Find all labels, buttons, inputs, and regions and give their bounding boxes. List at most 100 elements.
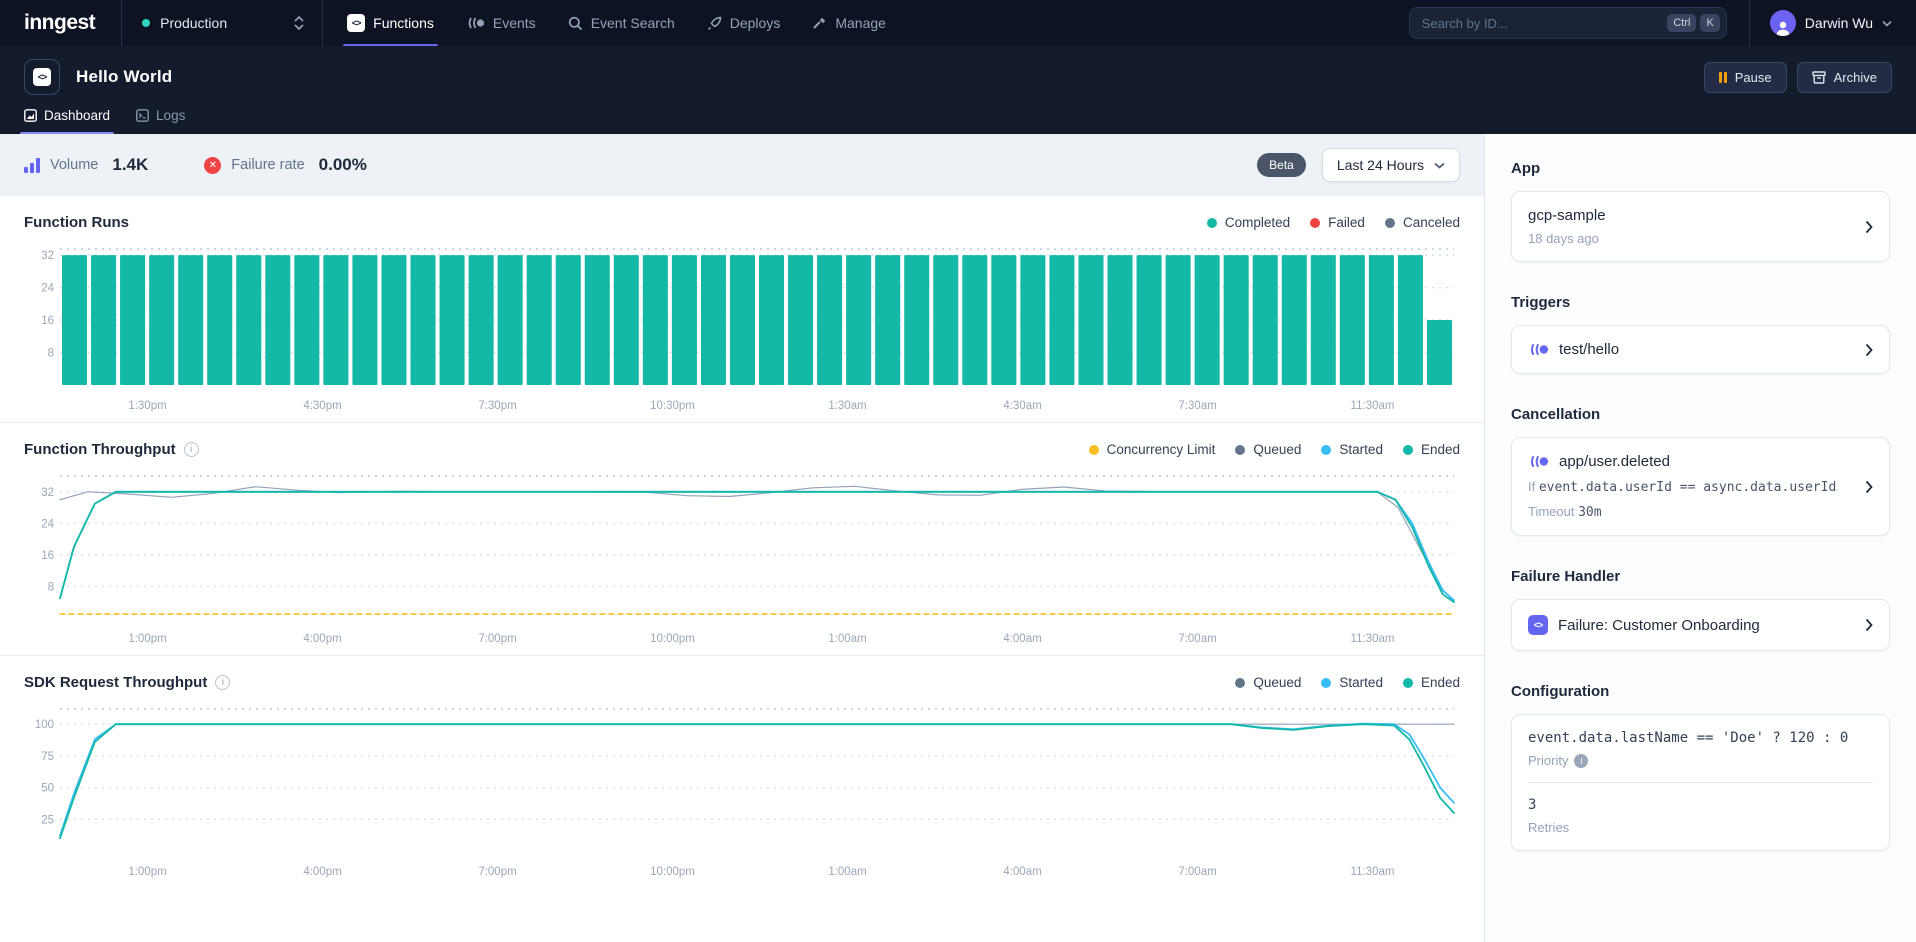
cancellation-expression: If event.data.userId == async.data.userI… [1528,479,1855,495]
archive-label: Archive [1834,70,1877,85]
pause-icon [1719,72,1727,83]
svg-text:32: 32 [41,487,54,499]
chevron-right-icon [1865,618,1873,632]
configuration-heading: Configuration [1511,683,1890,700]
cancellation-section: Cancellation app/user.deleted If event.d… [1511,406,1890,536]
right-sidebar: App gcp-sample 18 days ago Triggers [1484,134,1916,942]
nav-item-functions[interactable]: <> Functions [331,0,450,46]
nav-right: Ctrl K Darwin Wu [1409,0,1916,46]
function-throughput-legend: Concurrency Limit Queued Started Ended [1089,442,1460,457]
cancellation-timeout: Timeout 30m [1528,504,1855,520]
global-search[interactable]: Ctrl K [1409,7,1727,39]
function-icon-frame: <> [24,59,60,95]
divider [322,0,323,46]
legend-label: Queued [1253,442,1301,457]
inngest-logo[interactable]: inngest [0,0,121,46]
page-title: Hello World [76,67,172,87]
legend-label: Completed [1225,215,1290,230]
app-card[interactable]: gcp-sample 18 days ago [1511,191,1890,262]
app-section: App gcp-sample 18 days ago [1511,160,1890,262]
app-name: gcp-sample [1528,207,1855,224]
legend-label: Started [1339,675,1383,690]
function-runs-legend: Completed Failed Canceled [1207,215,1460,230]
queued-dot [1235,678,1245,688]
legend-label: Canceled [1403,215,1460,230]
environment-selector[interactable]: Production [122,0,322,46]
user-menu[interactable]: Darwin Wu [1749,0,1916,46]
user-name: Darwin Wu [1805,15,1873,31]
archive-icon [1812,71,1826,84]
function-code-icon: <> [33,68,51,86]
sdk-throughput-x-axis: 1:00pm4:00pm7:00pm10:00pm1:00am4:00am7:0… [60,866,1460,878]
time-range-dropdown[interactable]: Last 24 Hours [1322,148,1460,182]
legend-label: Ended [1421,442,1460,457]
function-header: <> Hello World Pause Archive [0,46,1916,134]
updown-chevron-icon [294,16,304,30]
function-runs-x-axis: 1:30pm4:30pm7:30pm10:30pm1:30am4:30am7:3… [60,400,1460,412]
retries-value: 3 [1528,797,1873,813]
svg-text:24: 24 [41,283,54,295]
svg-text:25: 25 [41,814,54,826]
search-icon [568,16,583,31]
started-dot [1321,445,1331,455]
rocket-icon [707,16,722,31]
functions-icon: <> [347,14,365,32]
svg-text:100: 100 [35,719,54,731]
failure-handler-section: Failure Handler <> Failure: Customer Onb… [1511,568,1890,651]
nav-label: Deploys [730,15,781,31]
chevron-down-icon [1434,162,1445,169]
ended-dot [1403,678,1413,688]
failure-handler-card[interactable]: <> Failure: Customer Onboarding [1511,599,1890,651]
configuration-section: Configuration event.data.lastName == 'Do… [1511,683,1890,851]
failure-rate-stat: ✕ Failure rate 0.00% [204,155,367,175]
priority-expression: event.data.lastName == 'Doe' ? 120 : 0 [1528,730,1873,746]
triggers-section: Triggers test/hello [1511,294,1890,374]
tab-dashboard[interactable]: Dashboard [24,102,110,134]
cancellation-card[interactable]: app/user.deleted If event.data.userId ==… [1511,437,1890,536]
nav-item-manage[interactable]: Manage [796,0,902,46]
priority-label-row: Priority i [1528,753,1873,768]
failure-handler-name: Failure: Customer Onboarding [1558,617,1760,634]
info-icon[interactable]: i [184,442,199,457]
event-trigger-icon [1528,454,1549,469]
info-icon[interactable]: i [1574,754,1588,768]
function-throughput-x-axis: 1:00pm4:00pm7:00pm10:00pm1:00am4:00am7:0… [60,633,1460,645]
canceled-dot [1385,218,1395,228]
events-icon [466,16,485,30]
chevron-right-icon [1865,343,1873,357]
legend-label: Started [1339,442,1383,457]
nav-item-events[interactable]: Events [450,0,552,46]
function-throughput-section: Function Throughput i Concurrency Limit … [0,423,1484,656]
svg-text:50: 50 [41,783,54,795]
chart-title: Function Runs [24,214,129,231]
info-icon[interactable]: i [215,675,230,690]
configuration-card: event.data.lastName == 'Doe' ? 120 : 0 P… [1511,714,1890,851]
failure-icon: ✕ [204,157,221,174]
main-content: Volume 1.4K ✕ Failure rate 0.00% Beta La… [0,134,1484,942]
pause-button[interactable]: Pause [1704,62,1787,93]
svg-text:75: 75 [41,751,54,763]
wrench-icon [812,16,827,31]
nav-item-deploys[interactable]: Deploys [691,0,797,46]
nav-label: Manage [835,15,886,31]
nav-label: Event Search [591,15,675,31]
archive-button[interactable]: Archive [1797,62,1892,93]
svg-text:16: 16 [41,315,54,327]
legend-label: Ended [1421,675,1460,690]
function-throughput-chart: 3224168 [24,468,1460,626]
app-heading: App [1511,160,1890,177]
main-nav: <> Functions Events Event Search Deploys [331,0,902,46]
svg-text:24: 24 [41,518,54,530]
sdk-throughput-legend: Queued Started Ended [1235,675,1460,690]
trigger-card[interactable]: test/hello [1511,325,1890,374]
tab-logs[interactable]: Logs [136,102,185,134]
nav-item-event-search[interactable]: Event Search [552,0,691,46]
svg-text:32: 32 [41,250,54,262]
tab-label: Logs [156,108,185,123]
legend-label: Concurrency Limit [1107,442,1216,457]
volume-value: 1.4K [112,155,148,175]
app-meta: 18 days ago [1528,231,1855,246]
function-runs-section: Function Runs Completed Failed Canceled … [0,196,1484,423]
search-input[interactable] [1422,16,1664,31]
sdk-throughput-section: SDK Request Throughput i Queued Started … [0,656,1484,888]
